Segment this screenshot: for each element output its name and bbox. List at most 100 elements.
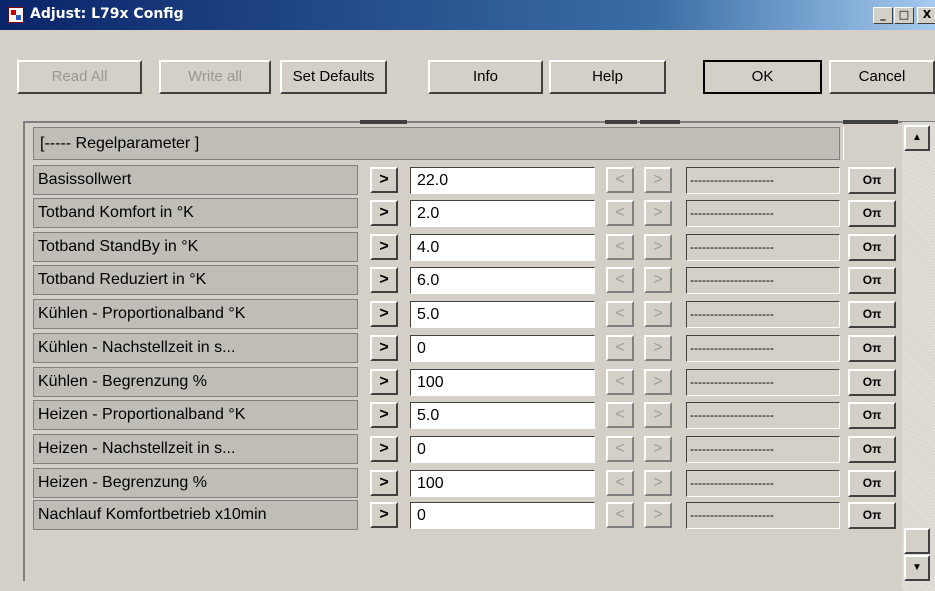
parameter-row: Kühlen - Nachstellzeit in s... > 0 < > -… <box>0 333 935 363</box>
info-button[interactable]: Info <box>428 60 543 94</box>
parameter-row: Totband StandBy in °K > 4.0 < > --------… <box>0 232 935 262</box>
decrement-button[interactable]: < <box>606 470 634 496</box>
decrement-button[interactable]: < <box>606 436 634 462</box>
parameter-value-input[interactable]: 0 <box>410 335 595 362</box>
decrement-button[interactable]: < <box>606 369 634 395</box>
column-divider <box>605 120 637 124</box>
send-button[interactable]: > <box>370 200 398 226</box>
key-icon[interactable]: Oπ <box>848 234 896 261</box>
parameter-label: Heizen - Nachstellzeit in s... <box>33 434 358 464</box>
increment-button[interactable]: > <box>644 335 672 361</box>
parameter-status: --------------------- <box>686 335 840 362</box>
key-icon[interactable]: Oπ <box>848 301 896 328</box>
send-button[interactable]: > <box>370 369 398 395</box>
parameter-value-input[interactable]: 100 <box>410 470 595 497</box>
key-icon[interactable]: Oπ <box>848 200 896 227</box>
parameter-value-input[interactable]: 5.0 <box>410 402 595 429</box>
decrement-button[interactable]: < <box>606 402 634 428</box>
decrement-button[interactable]: < <box>606 301 634 327</box>
decrement-button[interactable]: < <box>606 335 634 361</box>
parameter-status: --------------------- <box>686 234 840 261</box>
parameter-value-input[interactable]: 2.0 <box>410 200 595 227</box>
send-button[interactable]: > <box>370 234 398 260</box>
parameter-label: Kühlen - Nachstellzeit in s... <box>33 333 358 363</box>
send-button[interactable]: > <box>370 470 398 496</box>
increment-button[interactable]: > <box>644 200 672 226</box>
set-defaults-button[interactable]: Set Defaults <box>280 60 387 94</box>
parameter-value-input[interactable]: 4.0 <box>410 234 595 261</box>
increment-button[interactable]: > <box>644 369 672 395</box>
parameter-status: --------------------- <box>686 369 840 396</box>
app-config-icon[interactable] <box>8 7 24 23</box>
increment-button[interactable]: > <box>644 502 672 528</box>
minimize-button[interactable]: _ <box>873 7 893 24</box>
parameter-row: Kühlen - Begrenzung % > 100 < > --------… <box>0 367 935 397</box>
key-icon[interactable]: Oπ <box>848 267 896 294</box>
send-button[interactable]: > <box>370 402 398 428</box>
key-icon[interactable]: Oπ <box>848 502 896 529</box>
parameter-row: Totband Komfort in °K > 2.0 < > --------… <box>0 198 935 228</box>
write-all-button[interactable]: Write all <box>159 60 271 94</box>
parameter-value-input[interactable]: 100 <box>410 369 595 396</box>
decrement-button[interactable]: < <box>606 167 634 193</box>
increment-button[interactable]: > <box>644 402 672 428</box>
section-header-spacer <box>843 127 901 160</box>
parameter-label: Kühlen - Begrenzung % <box>33 367 358 397</box>
decrement-button[interactable]: < <box>606 502 634 528</box>
increment-button[interactable]: > <box>644 234 672 260</box>
parameter-label: Totband Reduziert in °K <box>33 265 358 295</box>
key-icon[interactable]: Oπ <box>848 402 896 429</box>
parameter-status: --------------------- <box>686 200 840 227</box>
scroll-down-icon[interactable]: ▼ <box>904 555 930 581</box>
parameter-row: Nachlauf Komfortbetrieb x10min > 0 < > -… <box>0 500 935 530</box>
column-divider <box>640 120 680 124</box>
parameter-label: Totband StandBy in °K <box>33 232 358 262</box>
parameter-label: Totband Komfort in °K <box>33 198 358 228</box>
parameter-value-input[interactable]: 22.0 <box>410 167 595 194</box>
scroll-thumb[interactable] <box>904 528 930 554</box>
parameter-row: Heizen - Nachstellzeit in s... > 0 < > -… <box>0 434 935 464</box>
parameter-value-input[interactable]: 0 <box>410 502 595 529</box>
close-button[interactable]: X <box>917 7 935 24</box>
key-icon[interactable]: Oπ <box>848 436 896 463</box>
parameter-row: Heizen - Proportionalband °K > 5.0 < > -… <box>0 400 935 430</box>
parameter-row: Heizen - Begrenzung % > 100 < > --------… <box>0 468 935 498</box>
parameter-status: --------------------- <box>686 167 840 194</box>
parameter-row: Kühlen - Proportionalband °K > 5.0 < > -… <box>0 299 935 329</box>
key-icon[interactable]: Oπ <box>848 470 896 497</box>
parameter-label: Heizen - Begrenzung % <box>33 468 358 498</box>
parameter-value-input[interactable]: 5.0 <box>410 301 595 328</box>
maximize-button[interactable]: □ <box>894 7 914 24</box>
send-button[interactable]: > <box>370 436 398 462</box>
send-button[interactable]: > <box>370 301 398 327</box>
parameter-label: Kühlen - Proportionalband °K <box>33 299 358 329</box>
parameter-status: --------------------- <box>686 301 840 328</box>
cancel-button[interactable]: Cancel <box>829 60 935 94</box>
title-bar[interactable]: Adjust: L79x Config _ □ X <box>0 0 935 30</box>
vertical-scrollbar[interactable] <box>902 122 935 591</box>
parameter-label: Basissollwert <box>33 165 358 195</box>
parameter-row: Basissollwert > 22.0 < > ---------------… <box>0 165 935 195</box>
key-icon[interactable]: Oπ <box>848 369 896 396</box>
increment-button[interactable]: > <box>644 267 672 293</box>
key-icon[interactable]: Oπ <box>848 167 896 194</box>
increment-button[interactable]: > <box>644 167 672 193</box>
decrement-button[interactable]: < <box>606 234 634 260</box>
decrement-button[interactable]: < <box>606 267 634 293</box>
send-button[interactable]: > <box>370 335 398 361</box>
send-button[interactable]: > <box>370 167 398 193</box>
help-button[interactable]: Help <box>549 60 666 94</box>
increment-button[interactable]: > <box>644 470 672 496</box>
scroll-up-icon[interactable]: ▲ <box>904 125 930 151</box>
ok-button[interactable]: OK <box>703 60 822 94</box>
key-icon[interactable]: Oπ <box>848 335 896 362</box>
read-all-button[interactable]: Read All <box>17 60 142 94</box>
send-button[interactable]: > <box>370 502 398 528</box>
parameter-value-input[interactable]: 6.0 <box>410 267 595 294</box>
send-button[interactable]: > <box>370 267 398 293</box>
decrement-button[interactable]: < <box>606 200 634 226</box>
parameter-status: --------------------- <box>686 267 840 294</box>
parameter-value-input[interactable]: 0 <box>410 436 595 463</box>
increment-button[interactable]: > <box>644 301 672 327</box>
increment-button[interactable]: > <box>644 436 672 462</box>
